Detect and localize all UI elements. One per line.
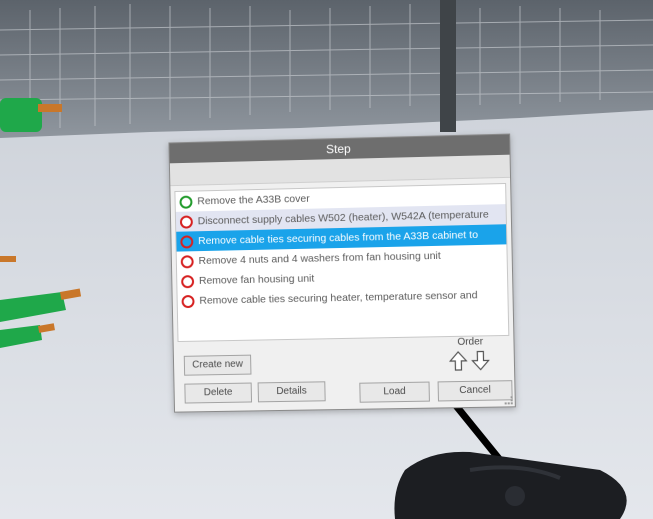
details-button[interactable]: Details: [257, 381, 326, 403]
step-status-todo-icon: [180, 235, 194, 249]
step-label: Remove the A33B cover: [197, 192, 310, 208]
cancel-button[interactable]: Cancel: [437, 380, 513, 402]
step-label: Remove cable ties securing cables from t…: [198, 228, 479, 248]
move-down-arrow-icon[interactable]: [471, 350, 490, 370]
move-up-arrow-icon[interactable]: [449, 351, 468, 371]
step-dialog: Step Remove the A33B cover Disconnect su…: [168, 133, 516, 413]
step-label: Remove fan housing unit: [198, 272, 315, 287]
step-status-todo-icon: [181, 294, 195, 309]
step-status-done-icon: [179, 195, 193, 209]
create-new-button[interactable]: Create new: [183, 354, 252, 376]
step-label: Remove 4 nuts and 4 washers from fan hou…: [198, 249, 441, 268]
step-label: Disconnect supply cables W502 (heater), …: [197, 208, 489, 228]
step-label: Remove cable ties securing heater, tempe…: [199, 289, 478, 307]
step-status-todo-icon: [179, 215, 193, 229]
step-list[interactable]: Remove the A33B cover Disconnect supply …: [174, 182, 510, 343]
step-status-todo-icon: [180, 255, 194, 269]
step-status-todo-icon: [181, 275, 195, 289]
resize-handle[interactable]: [504, 396, 513, 405]
order-label: Order: [457, 336, 484, 348]
load-button[interactable]: Load: [359, 381, 430, 403]
delete-button[interactable]: Delete: [184, 382, 253, 404]
pillar: [440, 0, 456, 132]
